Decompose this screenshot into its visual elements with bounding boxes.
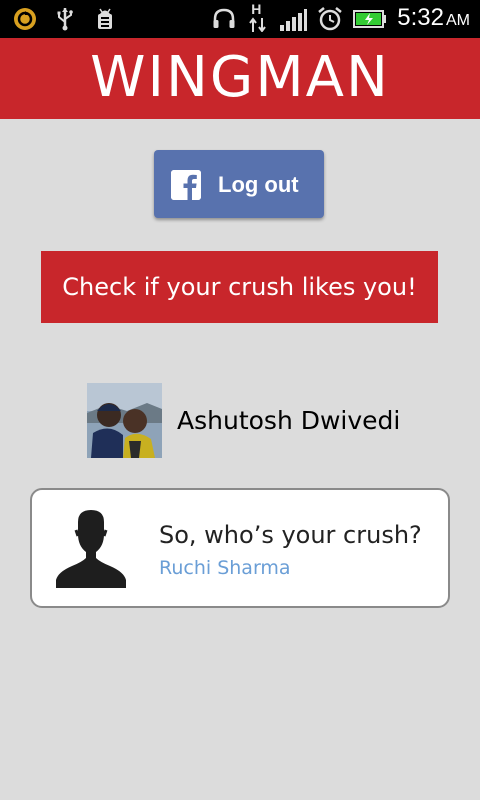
check-crush-label: Check if your crush likes you! — [62, 273, 417, 301]
data-transfer-icon: H — [247, 2, 269, 32]
crush-card[interactable]: So, who’s your crush? Ruchi Sharma — [30, 488, 450, 608]
facebook-icon — [171, 170, 201, 200]
sync-icon — [12, 6, 38, 32]
debug-icon — [92, 6, 118, 32]
battery-charging-icon — [353, 6, 387, 32]
alarm-icon — [317, 6, 343, 32]
status-bar-left — [12, 6, 118, 32]
clock-time: 5:32 — [397, 3, 444, 31]
person-silhouette-icon — [54, 508, 128, 590]
signal-icon — [279, 6, 308, 32]
headphones-icon — [211, 6, 237, 32]
app-header: WINGMAN — [0, 38, 480, 119]
user-name: Ashutosh Dwivedi — [177, 406, 401, 435]
status-clock: 5:32 AM — [397, 3, 470, 36]
facebook-logout-button[interactable]: Log out — [154, 150, 324, 218]
crush-name[interactable]: Ruchi Sharma — [159, 556, 291, 580]
logout-label: Log out — [218, 172, 299, 197]
usb-icon — [52, 6, 78, 32]
crush-prompt: So, who’s your crush? — [159, 521, 422, 549]
status-bar: H 5:32 AM — [0, 0, 480, 38]
clock-ampm: AM — [446, 11, 470, 29]
status-bar-right: H 5:32 AM — [211, 2, 470, 36]
user-avatar — [87, 383, 162, 458]
app-title: WINGMAN — [90, 45, 390, 110]
check-crush-button[interactable]: Check if your crush likes you! — [41, 251, 438, 323]
